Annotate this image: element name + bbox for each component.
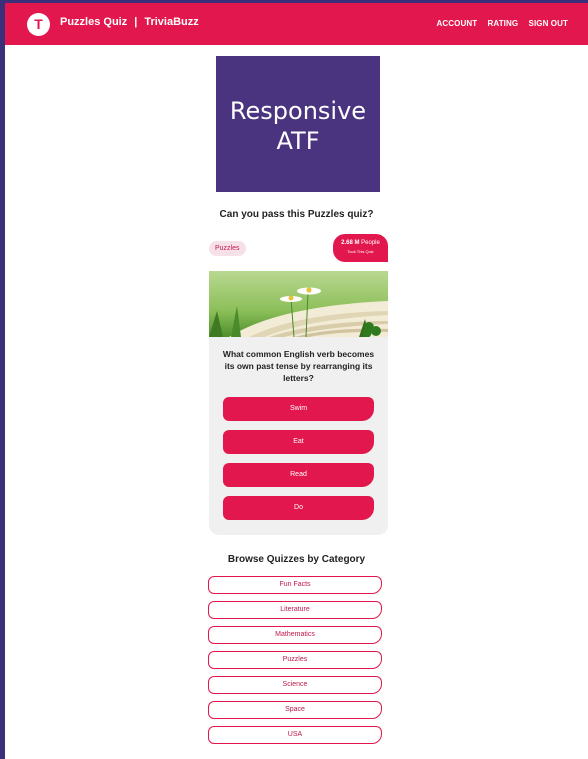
- nav-account-link[interactable]: ACCOUNT: [437, 19, 478, 28]
- logo-letter: T: [34, 16, 43, 32]
- ad-line-1: Responsive: [229, 97, 367, 125]
- account-nav: ACCOUNT RATING SIGN OUT: [429, 19, 569, 28]
- category-space-button[interactable]: Space: [208, 701, 382, 719]
- category-literature-button[interactable]: Literature: [208, 601, 382, 619]
- takers-count-line: 2.68 M People: [333, 240, 388, 246]
- browse-categories-heading: Browse Quizzes by Category: [227, 554, 366, 565]
- open-book-flowers-image: [209, 271, 388, 337]
- quiz-image: [209, 271, 388, 337]
- takers-count: 2.68 M: [341, 240, 360, 246]
- quiz-title: Can you pass this Puzzles quiz?: [219, 209, 374, 220]
- category-mathematics-button[interactable]: Mathematics: [208, 626, 382, 644]
- question-text: What common English verb becomes its own…: [222, 349, 375, 383]
- category-science-button[interactable]: Science: [208, 676, 382, 694]
- answer-eat-button[interactable]: Eat: [223, 430, 374, 454]
- section-name: Puzzles Quiz: [60, 16, 128, 28]
- takers-badge: 2.68 M People Took This Quiz: [333, 234, 388, 262]
- site-logo-icon[interactable]: T: [27, 13, 50, 36]
- category-tag[interactable]: Puzzles: [209, 241, 246, 256]
- page: T Puzzles Quiz | TriviaBuzz ACCOUNT RATING…: [5, 3, 588, 759]
- answer-read-button[interactable]: Read: [223, 463, 374, 487]
- ad-line-2: ATF: [276, 127, 320, 155]
- nav-rating-link[interactable]: RATING: [488, 19, 519, 28]
- took-quiz-label: Took This Quiz: [347, 249, 374, 254]
- category-fun-facts-button[interactable]: Fun Facts: [208, 576, 382, 594]
- brand-name: TriviaBuzz: [144, 16, 199, 28]
- answer-swim-button[interactable]: Swim: [223, 397, 374, 421]
- takers-label: People: [361, 240, 380, 246]
- title-separator: |: [134, 16, 138, 28]
- category-usa-button[interactable]: USA: [208, 726, 382, 744]
- answer-do-button[interactable]: Do: [223, 496, 374, 520]
- category-puzzles-button[interactable]: Puzzles: [208, 651, 382, 669]
- top-navigation-bar: T Puzzles Quiz | TriviaBuzz ACCOUNT RATING…: [5, 3, 588, 45]
- quiz-card: What common English verb becomes its own…: [209, 271, 388, 535]
- site-title[interactable]: Puzzles Quiz | TriviaBuzz: [60, 16, 199, 28]
- advertisement-banner[interactable]: Responsive ATF: [216, 56, 380, 192]
- ad-text: Responsive ATF: [216, 96, 380, 156]
- nav-sign-out-link[interactable]: SIGN OUT: [529, 19, 568, 28]
